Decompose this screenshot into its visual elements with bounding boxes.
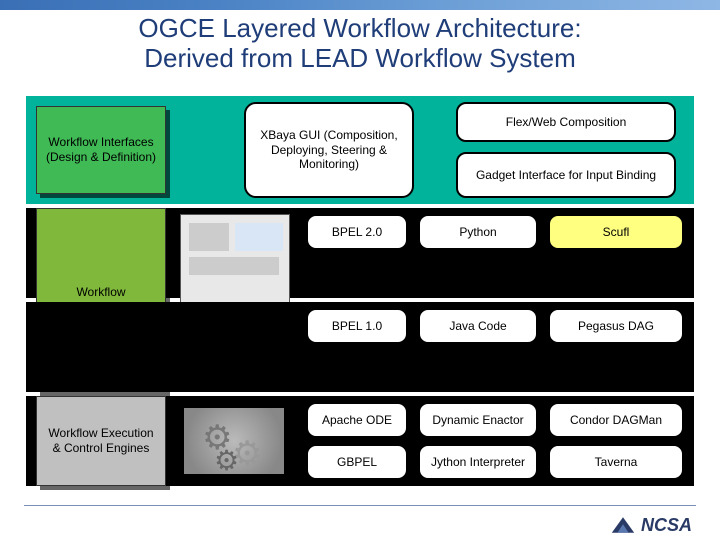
box-pegasus-dag: Pegasus DAG [548,308,684,344]
title-line-1: OGCE Layered Workflow Architecture: [138,13,581,43]
box-bpel-2: BPEL 2.0 [306,214,408,250]
box-python: Python [418,214,538,250]
box-java-code: Java Code [418,308,538,344]
layer-label-interfaces: Workflow Interfaces (Design & Definition… [36,106,166,194]
box-gadget-interface: Gadget Interface for Input Binding [456,152,676,198]
box-dynamic-enactor: Dynamic Enactor [418,402,538,438]
diagram-area: Workflow Interfaces (Design & Definition… [26,96,694,494]
title-line-2: Derived from LEAD Workflow System [144,43,576,73]
layer-specification-top: Workflow Specification BPEL 2.0 Python S… [26,208,694,298]
box-bpel-1: BPEL 1.0 [306,308,408,344]
footer-divider [24,505,696,506]
layer-specification-bottom: BPEL 1.0 Java Code Pegasus DAG [26,302,694,392]
box-apache-ode: Apache ODE [306,402,408,438]
slide-title: OGCE Layered Workflow Architecture: Deri… [0,14,720,74]
ncsa-triangle-icon [609,514,637,536]
gears-graphic: ⚙ ⚙ ⚙ [184,408,284,474]
box-xbaya-gui: XBaya GUI (Composition, Deploying, Steer… [244,102,414,198]
box-scufl: Scufl [548,214,684,250]
layer-label-execution: Workflow Execution & Control Engines [36,396,166,486]
box-condor-dagman: Condor DAGMan [548,402,684,438]
box-taverna: Taverna [548,444,684,480]
layer-interfaces: Workflow Interfaces (Design & Definition… [26,96,694,204]
box-jython: Jython Interpreter [418,444,538,480]
ncsa-logo: NCSA [609,514,692,536]
ncsa-text: NCSA [641,515,692,536]
box-gbpel: GBPEL [306,444,408,480]
box-flex-web: Flex/Web Composition [456,102,676,142]
top-decorative-band [0,0,720,10]
layer-execution: Workflow Execution & Control Engines ⚙ ⚙… [26,396,694,486]
gear-icon: ⚙ [214,444,239,477]
